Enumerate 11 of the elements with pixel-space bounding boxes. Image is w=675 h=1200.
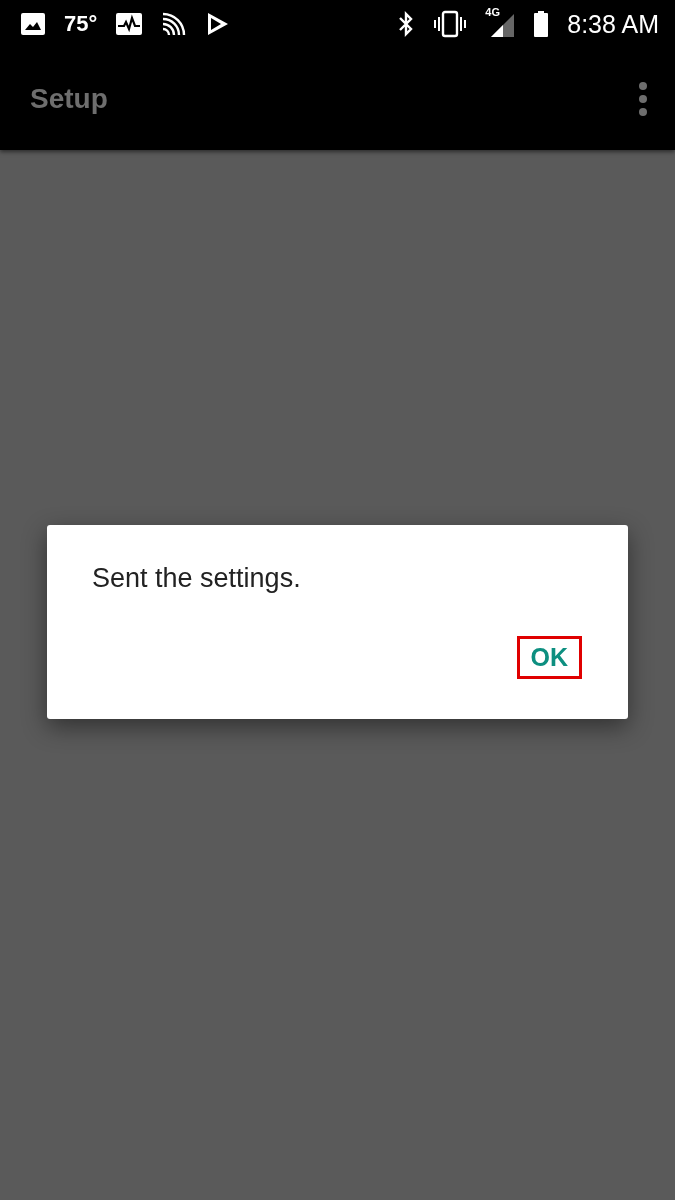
rss-icon	[161, 11, 188, 37]
clock-time: 8:38 AM	[567, 9, 659, 39]
temperature-text: 75°	[64, 11, 98, 37]
image-icon	[20, 12, 46, 36]
vibrate-icon	[433, 10, 468, 38]
more-options-icon[interactable]	[639, 82, 647, 116]
battery-icon	[533, 10, 550, 38]
app-title: Setup	[30, 83, 108, 115]
ok-button[interactable]: OK	[516, 636, 582, 679]
pulse-icon	[115, 12, 144, 36]
dialog-message: Sent the settings.	[92, 563, 302, 594]
